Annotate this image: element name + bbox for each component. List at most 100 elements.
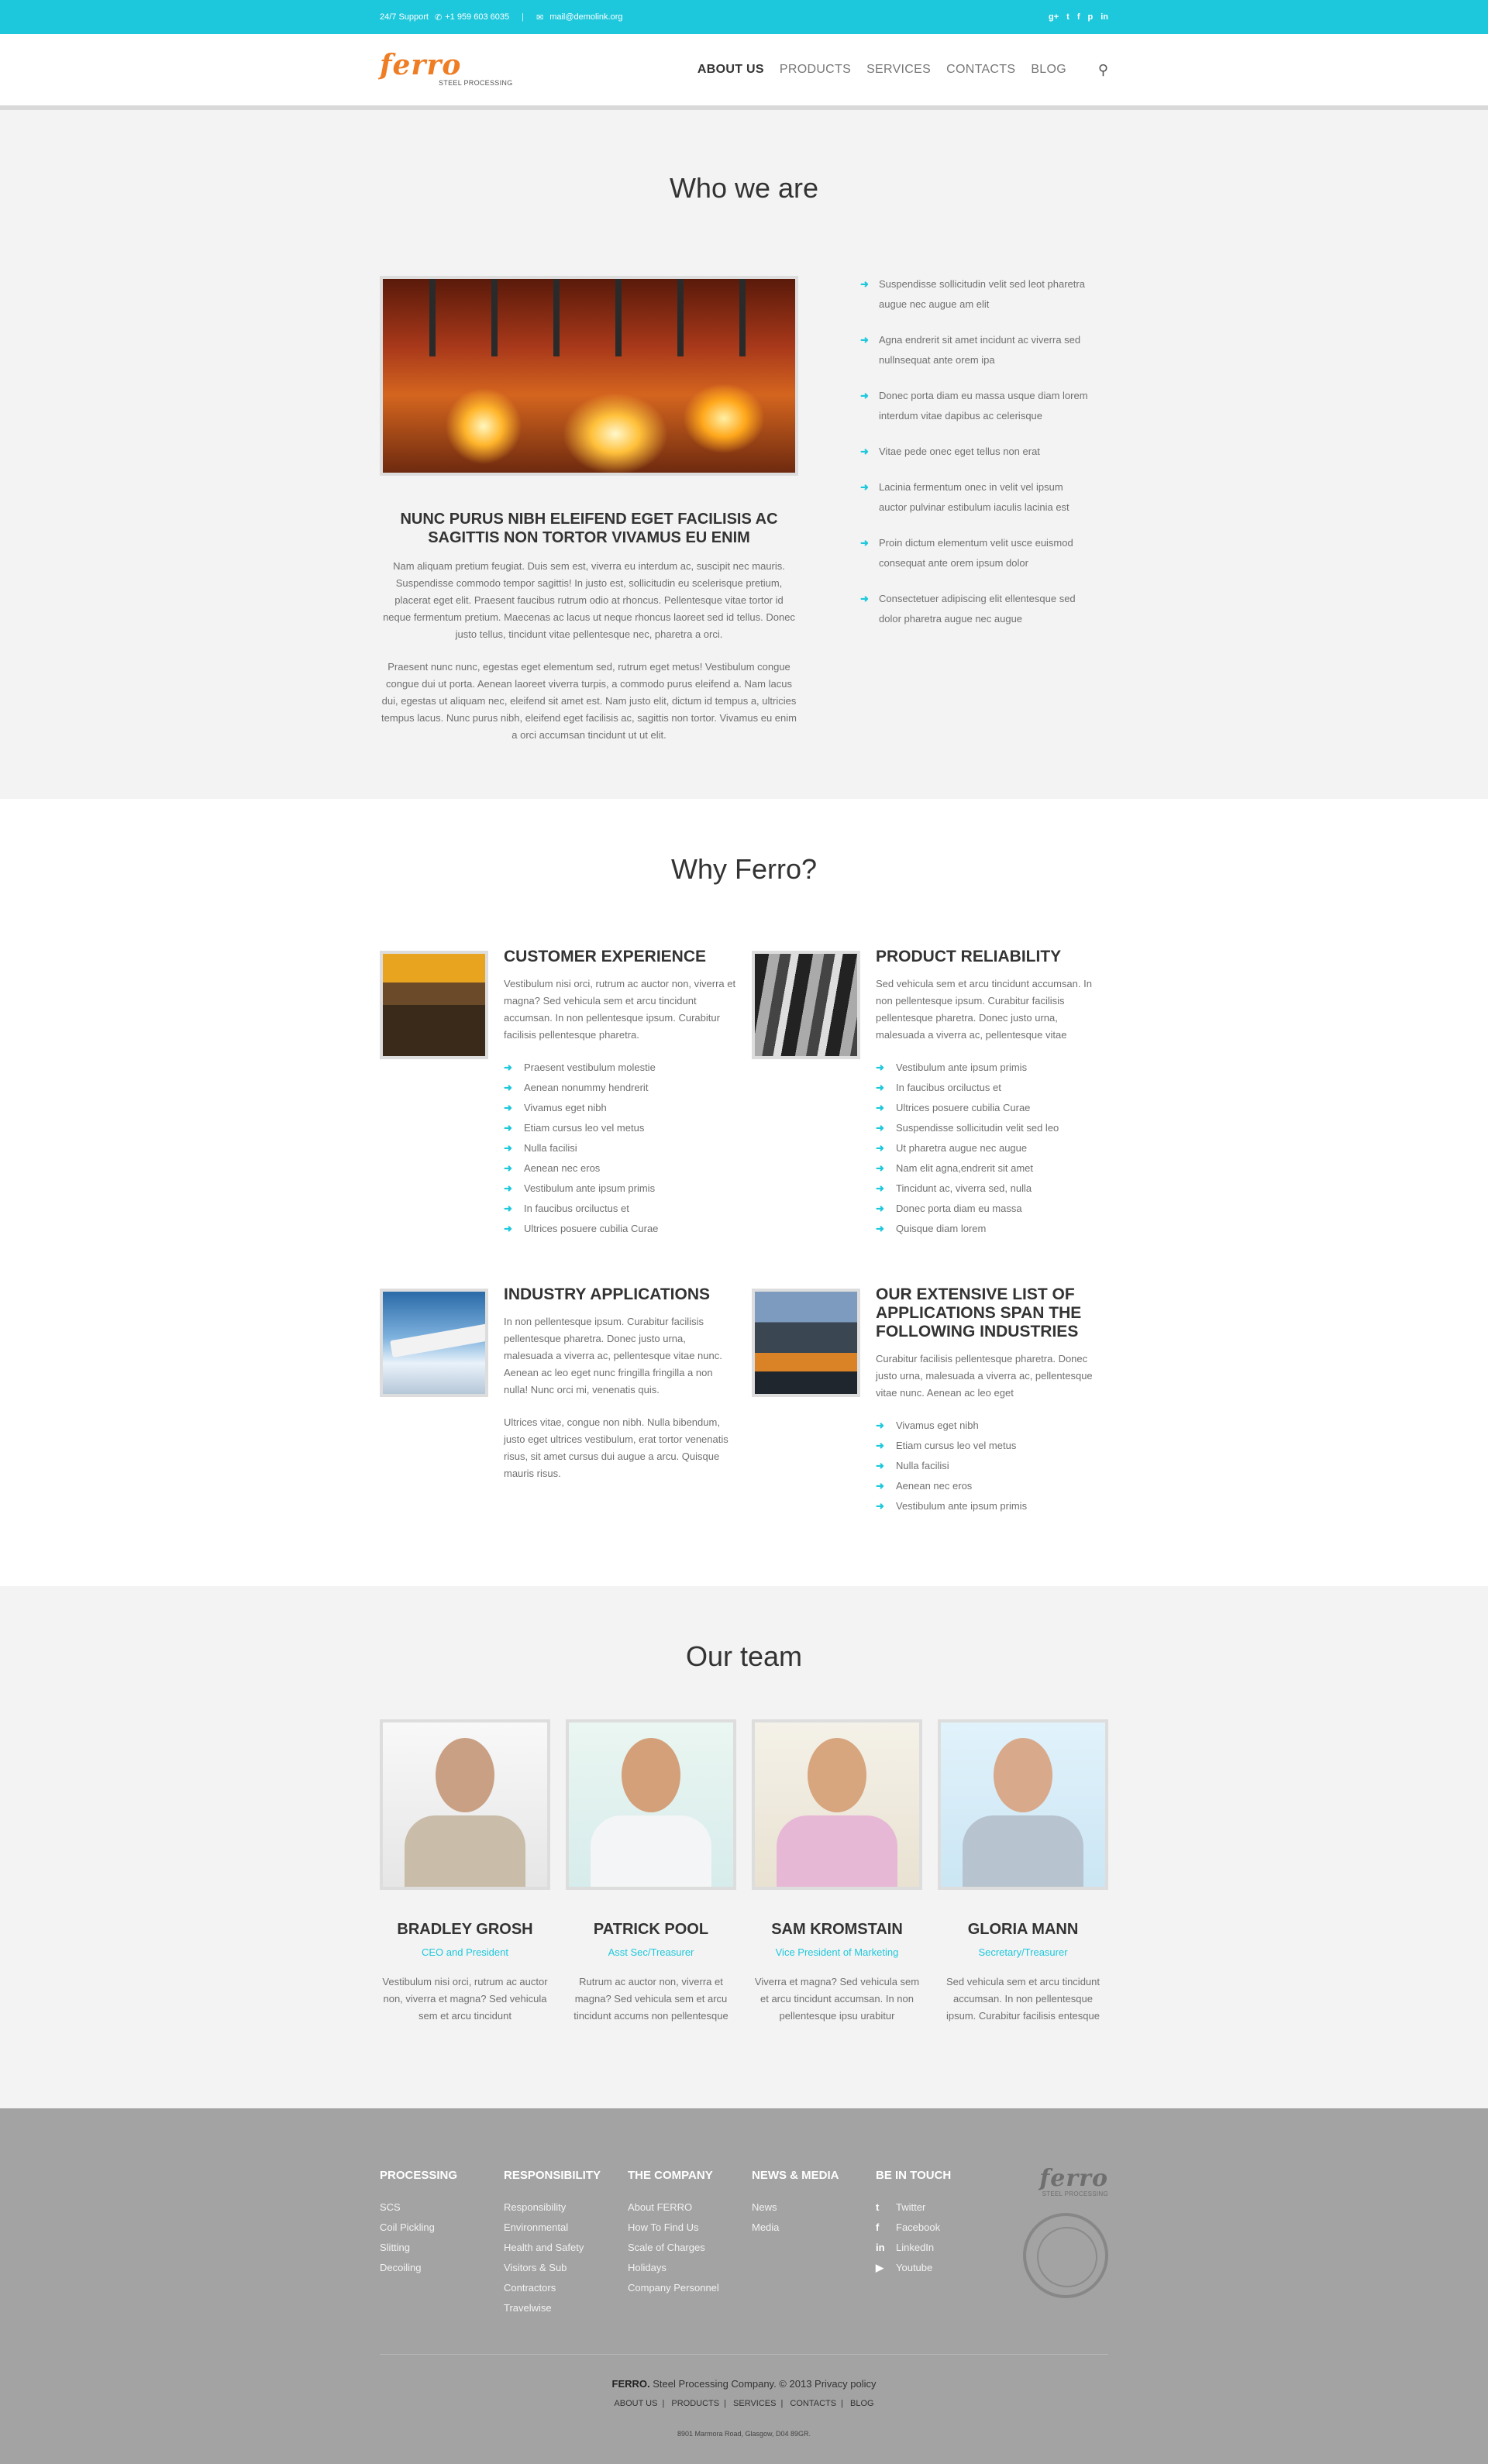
search-icon[interactable]: ⚲ <box>1098 62 1108 78</box>
footer-link[interactable]: Slitting <box>380 2238 504 2258</box>
footer-link[interactable]: About FERRO <box>628 2197 752 2218</box>
steel-coils-photo <box>752 951 860 1059</box>
member-bio: Rutrum ac auctor non, viverra et magna? … <box>574 1976 728 2022</box>
list-item: ➜ Ultrices posuere cubilia Curae <box>504 1219 736 1239</box>
list-item: ➜ Aenean nonummy hendrerit <box>504 1078 736 1098</box>
footer-link[interactable]: Coil Pickling <box>380 2218 504 2238</box>
arrow-right-icon: ➜ <box>876 1102 884 1113</box>
footer-nav-services[interactable]: SERVICES <box>733 2399 776 2408</box>
member-photo <box>938 1719 1108 1890</box>
feature-list: ➜ Vestibulum ante ipsum primis ➜ In faucib… <box>876 1058 1108 1239</box>
arrow-right-icon: ➜ <box>504 1203 512 1214</box>
youtube-icon: ▶ <box>876 2262 884 2273</box>
footer-linkedin-link[interactable]: in LinkedIn <box>876 2238 1000 2258</box>
arrow-right-icon: ➜ <box>876 1062 884 1073</box>
footer-link[interactable]: Visitors & Sub <box>504 2258 628 2278</box>
arrow-right-icon: ➜ <box>876 1082 884 1093</box>
facebook-icon[interactable]: f <box>1077 12 1080 22</box>
footer-link[interactable]: Travelwise <box>504 2298 628 2318</box>
linkedin-icon[interactable]: in <box>1100 12 1108 22</box>
footer-link[interactable]: Holidays <box>628 2258 752 2278</box>
arrow-right-icon: ➜ <box>860 537 869 549</box>
list-item: ➜ Praesent vestibulum molestie <box>504 1058 736 1078</box>
nav-services[interactable]: SERVICES <box>866 63 931 77</box>
facebook-icon: f <box>876 2221 880 2233</box>
footer-link[interactable]: Environmental <box>504 2218 628 2238</box>
footer-facebook-link[interactable]: f Facebook <box>876 2218 1000 2238</box>
nav-contacts[interactable]: CONTACTS <box>946 63 1015 77</box>
main-nav: ABOUT US PRODUCTS SERVICES CONTACTS BLOG <box>698 63 1066 77</box>
social-links: g+ t f p in <box>1049 12 1108 22</box>
footer-nav-products[interactable]: PRODUCTS <box>671 2399 719 2408</box>
nav-about-us[interactable]: ABOUT US <box>698 63 764 77</box>
footer-bottom: FERRO. Steel Processing Company. © 2013 … <box>380 2354 1108 2438</box>
footer-col-news: NEWS & MEDIA News Media <box>752 2169 876 2318</box>
feature-list: ➜ Vivamus eget nibh ➜ Etiam cursus leo vel… <box>876 1416 1116 1516</box>
member-role: Vice President of Marketing <box>775 1946 899 1958</box>
footer-link[interactable]: SCS <box>380 2197 504 2218</box>
footer-heading: BE IN TOUCH <box>876 2169 952 2182</box>
list-item: ➜ Donec porta diam eu massa usque diam lo… <box>860 386 1093 426</box>
twitter-icon[interactable]: t <box>1066 12 1070 22</box>
twitter-icon: t <box>876 2201 880 2213</box>
nav-blog[interactable]: BLOG <box>1031 63 1066 77</box>
footer-link[interactable]: Company Personnel <box>628 2278 752 2298</box>
feature-desc: Curabitur facilisis pellentesque pharetr… <box>876 1353 1093 1399</box>
member-photo <box>380 1719 550 1890</box>
footer-nav-blog[interactable]: BLOG <box>850 2399 874 2408</box>
footer-link[interactable]: How To Find Us <box>628 2218 752 2238</box>
support-label: 24/7 Support <box>380 12 429 22</box>
feature-list: ➜ Praesent vestibulum molestie ➜ Aenean no… <box>504 1058 736 1239</box>
why-title: Why Ferro? <box>670 853 818 885</box>
footer-heading: THE COMPANY <box>628 2169 713 2182</box>
footer-link[interactable]: Responsibility <box>504 2197 628 2218</box>
logo-tagline: STEEL PROCESSING <box>439 79 513 87</box>
footer-twitter-link[interactable]: t Twitter <box>876 2197 1000 2218</box>
support-email[interactable]: mail@demolink.org <box>549 12 622 22</box>
member-photo <box>566 1719 736 1890</box>
team-member: BRADLEY GROSH CEO and President Vestibul… <box>380 1719 550 2025</box>
list-item: ➜ Vivamus eget nibh <box>876 1416 1116 1436</box>
footer-link[interactable]: Scale of Charges <box>628 2238 752 2258</box>
logo-wordmark: ferro <box>380 49 462 81</box>
google-plus-icon[interactable]: g+ <box>1049 12 1059 22</box>
list-item: ➜ Vestibulum ante ipsum primis <box>504 1179 736 1199</box>
footer-nav: ABOUT US | PRODUCTS | SERVICES | CONTACTS | … <box>614 2399 874 2408</box>
footer-nav-contacts[interactable]: CONTACTS <box>790 2399 836 2408</box>
footer-link[interactable]: Contractors <box>504 2278 628 2298</box>
arrow-right-icon: ➜ <box>860 390 869 401</box>
member-photo <box>752 1719 922 1890</box>
support-phone[interactable]: +1 959 603 6035 <box>445 12 509 22</box>
team-title: Our team <box>685 1640 803 1672</box>
arrow-right-icon: ➜ <box>504 1082 512 1093</box>
arrow-right-icon: ➜ <box>876 1203 884 1214</box>
pinterest-icon[interactable]: p <box>1087 12 1093 22</box>
nav-products[interactable]: PRODUCTS <box>780 63 851 77</box>
feature-desc: Vestibulum nisi orci, rutrum ac auctor n… <box>504 978 736 1041</box>
who-title: Who we are <box>669 172 819 204</box>
arrow-right-icon: ➜ <box>876 1460 884 1471</box>
arrow-right-icon: ➜ <box>876 1122 884 1134</box>
footer-link[interactable]: Media <box>752 2218 876 2238</box>
worker-photo <box>380 951 488 1059</box>
who-paragraph-1: Nam aliquam pretium feugiat. Duis sem es… <box>383 560 795 640</box>
list-item: ➜ Tincidunt ac, viverra sed, nulla <box>876 1179 1108 1199</box>
footer-link[interactable]: Decoiling <box>380 2258 504 2278</box>
feature-industry-applications: INDUSTRY APPLICATIONS In non pellentesqu… <box>380 1285 752 1516</box>
footer-logo[interactable]: ferro <box>1000 2167 1108 2190</box>
arrow-right-icon: ➜ <box>860 481 869 493</box>
logo[interactable]: ferro STEEL PROCESSING <box>380 49 513 87</box>
member-bio: Viverra et magna? Sed vehicula sem et ar… <box>754 1976 920 2022</box>
who-caption: NUNC PURUS NIBH ELEIFEND EGET FACILISIS … <box>400 511 778 546</box>
member-bio: Vestibulum nisi orci, rutrum ac auctor n… <box>382 1976 548 2022</box>
footer-youtube-link[interactable]: ▶ Youtube <box>876 2258 1000 2278</box>
team-section: Our team BRADLEY GROSH CEO and President… <box>0 1586 1488 2108</box>
footer-link[interactable]: News <box>752 2197 876 2218</box>
footer-col-responsibility: RESPONSIBILITY Responsibility Environmen… <box>504 2169 628 2318</box>
footer-nav-about[interactable]: ABOUT US <box>614 2399 657 2408</box>
list-item: ➜ Etiam cursus leo vel metus <box>876 1436 1116 1456</box>
footer-link[interactable]: Health and Safety <box>504 2238 628 2258</box>
footer: PROCESSING SCS Coil Pickling Slitting De… <box>0 2108 1488 2464</box>
member-name: BRADLEY GROSH <box>397 1921 533 1938</box>
arrow-right-icon: ➜ <box>876 1480 884 1492</box>
